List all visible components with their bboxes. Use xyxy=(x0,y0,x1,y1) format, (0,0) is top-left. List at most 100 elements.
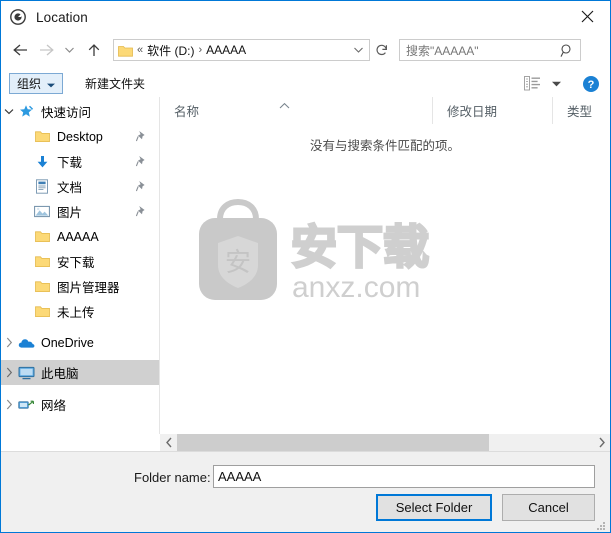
sidebar-item-this-pc[interactable]: 此电脑 xyxy=(1,360,159,385)
breadcrumb-overflow[interactable]: « xyxy=(137,44,143,56)
sidebar-item-label: 网络 xyxy=(41,399,67,413)
sidebar-item-label: 快速访问 xyxy=(41,106,92,120)
chevron-down-icon xyxy=(47,77,56,91)
title-bar: Location xyxy=(1,1,610,33)
anxz-watermark: 安 安下载 anxz.com xyxy=(178,193,434,313)
sidebar-item-aaaaa[interactable]: AAAAA xyxy=(1,224,159,249)
address-bar[interactable]: « 软件 (D:) › AAAAA xyxy=(113,39,370,61)
svg-text:安下载: 安下载 xyxy=(291,221,429,273)
folder-icon xyxy=(33,254,51,270)
empty-list-message: 没有与搜索条件匹配的项。 xyxy=(309,139,460,153)
pin-icon[interactable] xyxy=(135,155,147,170)
navigation-bar: « 软件 (D:) › AAAAA 搜索"AAAAA" xyxy=(1,34,610,66)
navigation-pane: 快速访问 Desktop 下载 文档 图片 AAAAA 安下载 图片管理器 未上… xyxy=(1,97,159,434)
resize-grip[interactable] xyxy=(595,519,607,531)
up-button[interactable] xyxy=(81,37,107,63)
new-folder-button[interactable]: 新建文件夹 xyxy=(80,72,150,95)
search-placeholder: 搜索"AAAAA" xyxy=(406,43,479,58)
chevron-right-icon[interactable] xyxy=(1,367,17,378)
onedrive-cloud-icon xyxy=(17,335,35,351)
folder-icon xyxy=(33,229,51,245)
chevron-down-icon[interactable] xyxy=(351,43,365,57)
scrollbar-track[interactable] xyxy=(177,434,593,451)
scroll-left-button[interactable] xyxy=(160,434,177,451)
svg-text:anxz.com: anxz.com xyxy=(292,271,420,304)
breadcrumb-item-folder[interactable]: AAAAA xyxy=(206,43,246,57)
chevron-down-icon[interactable] xyxy=(1,108,17,115)
refresh-button[interactable] xyxy=(371,39,392,61)
folder-picker-dialog: Location « 软件 (D:) › AAAAA 搜索"AAAAA" 组织 … xyxy=(0,0,611,533)
scrollbar-thumb[interactable] xyxy=(177,434,489,451)
view-layout-icon[interactable] xyxy=(522,75,542,93)
view-dropdown-caret-icon[interactable] xyxy=(550,81,562,87)
help-button[interactable]: ? xyxy=(582,75,600,93)
sidebar-item-onedrive[interactable]: OneDrive xyxy=(1,330,159,355)
sidebar-item-label: 图片管理器 xyxy=(57,281,120,295)
sidebar-item-desktop[interactable]: Desktop xyxy=(1,124,159,149)
column-header-date-modified[interactable]: 修改日期 xyxy=(432,97,552,124)
sidebar-item-label: 文档 xyxy=(57,181,83,195)
close-button[interactable] xyxy=(564,1,610,32)
sort-ascending-icon xyxy=(278,99,291,113)
content-area: 快速访问 Desktop 下载 文档 图片 AAAAA 安下载 图片管理器 未上… xyxy=(1,97,610,434)
sidebar-item-label: 此电脑 xyxy=(41,367,79,381)
organize-label: 组织 xyxy=(17,77,42,91)
sidebar-item-label: 安下载 xyxy=(57,256,95,270)
search-icon[interactable] xyxy=(560,43,574,63)
folder-icon xyxy=(118,44,133,57)
back-button[interactable] xyxy=(7,37,33,63)
folder-icon xyxy=(33,279,51,295)
pin-icon[interactable] xyxy=(135,205,147,220)
search-input[interactable]: 搜索"AAAAA" xyxy=(399,39,581,61)
download-arrow-icon xyxy=(33,154,51,170)
folder-name-input[interactable] xyxy=(213,465,595,488)
sidebar-item-picture-manager[interactable]: 图片管理器 xyxy=(1,274,159,299)
scroll-right-button[interactable] xyxy=(593,434,610,451)
sidebar-item-network[interactable]: 网络 xyxy=(1,392,159,417)
column-header-label: 修改日期 xyxy=(447,105,498,119)
window-title: Location xyxy=(36,9,88,25)
svg-text:安: 安 xyxy=(225,247,251,277)
select-folder-button[interactable]: Select Folder xyxy=(376,494,492,521)
folder-icon xyxy=(33,304,51,320)
this-pc-monitor-icon xyxy=(17,365,35,381)
network-icon xyxy=(17,397,35,413)
chevron-right-icon[interactable] xyxy=(1,337,17,348)
sidebar-item-label: 图片 xyxy=(57,206,83,220)
chevron-right-icon[interactable] xyxy=(1,399,17,410)
sidebar-item-pictures[interactable]: 图片 xyxy=(1,199,159,224)
column-header-label: 名称 xyxy=(174,105,200,119)
sidebar-item-label: Desktop xyxy=(57,129,103,144)
sidebar-item-anxiazai[interactable]: 安下载 xyxy=(1,249,159,274)
recent-locations-button[interactable] xyxy=(59,37,79,63)
column-header-type[interactable]: 类型 xyxy=(552,97,610,124)
sidebar-item-downloads[interactable]: 下载 xyxy=(1,149,159,174)
forward-button[interactable] xyxy=(33,37,59,63)
sidebar-item-quick-access[interactable]: 快速访问 xyxy=(1,99,159,124)
file-list-pane: 名称 修改日期 类型 没有与搜索条件匹配的项。 安 安下载 anxz.com xyxy=(160,97,610,434)
breadcrumb-separator: › xyxy=(198,43,203,56)
column-header-row: 名称 修改日期 类型 xyxy=(160,97,610,124)
pin-icon[interactable] xyxy=(135,130,147,145)
sidebar-item-documents[interactable]: 文档 xyxy=(1,174,159,199)
sidebar-item-label: AAAAA xyxy=(57,229,99,244)
star-pin-icon xyxy=(17,104,35,120)
toolbar-right-group: ? xyxy=(522,75,600,93)
folder-icon xyxy=(33,129,51,145)
breadcrumb-item-drive[interactable]: 软件 (D:) xyxy=(147,42,194,59)
folder-name-label: Folder name: xyxy=(134,470,211,485)
location-target-icon xyxy=(8,7,28,27)
pictures-icon xyxy=(33,204,51,220)
cancel-button[interactable]: Cancel xyxy=(502,494,595,521)
sidebar-item-label: 下载 xyxy=(57,156,83,170)
organize-button[interactable]: 组织 xyxy=(9,73,64,94)
horizontal-scrollbar[interactable] xyxy=(160,434,610,451)
sidebar-item-not-uploaded[interactable]: 未上传 xyxy=(1,299,159,324)
sidebar-item-label: OneDrive xyxy=(41,335,94,350)
toolbar: 组织 新建文件夹 ? xyxy=(1,70,610,97)
column-header-name[interactable]: 名称 xyxy=(160,97,432,124)
svg-text:?: ? xyxy=(588,79,595,91)
sidebar-item-label: 未上传 xyxy=(57,306,95,320)
document-icon xyxy=(33,179,51,195)
pin-icon[interactable] xyxy=(135,180,147,195)
